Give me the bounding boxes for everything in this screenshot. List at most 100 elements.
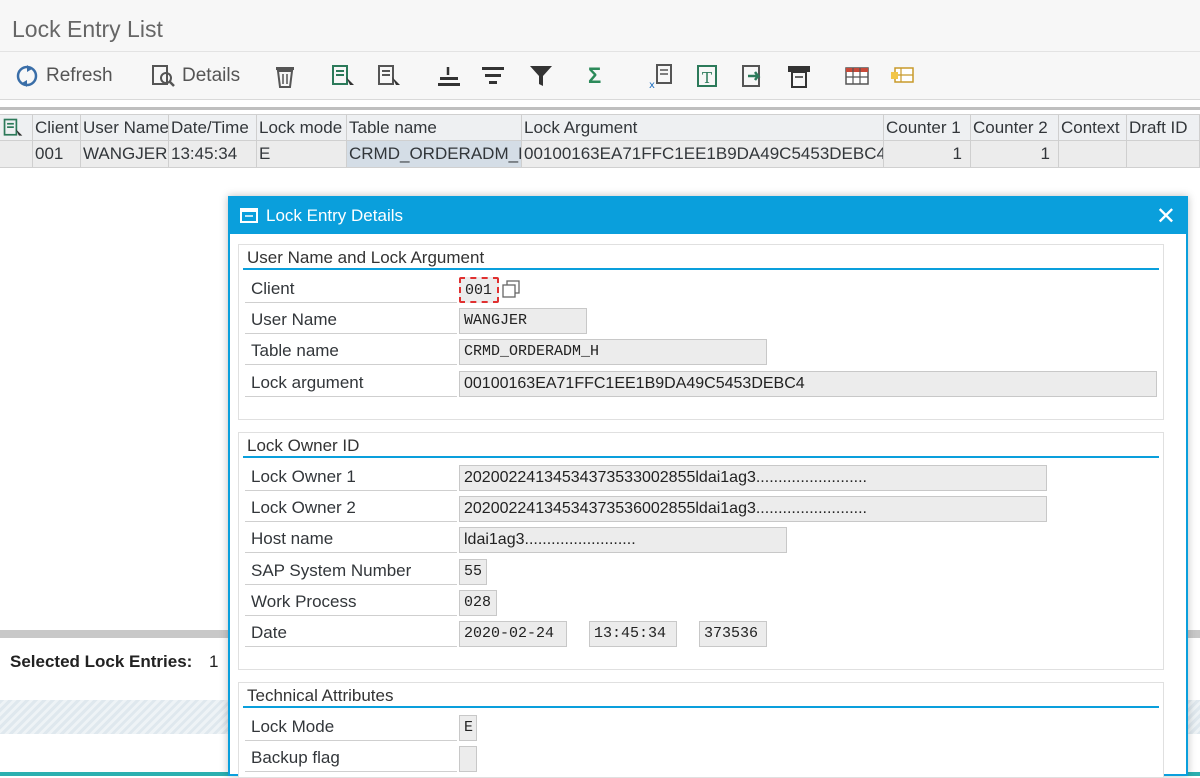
title-bar: Lock Entry List bbox=[0, 0, 1200, 52]
page-title: Lock Entry List bbox=[12, 16, 163, 42]
select-all-column-button[interactable] bbox=[0, 115, 33, 141]
dialog-title: Lock Entry Details bbox=[266, 206, 403, 225]
host-name-field[interactable]: ldai1ag3......................... bbox=[459, 527, 787, 553]
cell-user-name[interactable]: WANGJER bbox=[81, 141, 169, 167]
backup-flag-label: Backup flag bbox=[245, 744, 457, 772]
details-label: Details bbox=[182, 65, 241, 86]
column-header-table-name[interactable]: Table name bbox=[347, 115, 522, 141]
toolbar-divider bbox=[0, 107, 1200, 110]
sort-descending-button[interactable] bbox=[480, 60, 506, 92]
refresh-icon bbox=[16, 65, 38, 87]
group-divider bbox=[243, 706, 1159, 708]
filter-button[interactable] bbox=[528, 60, 554, 92]
lock-entry-details-dialog: Lock Entry Details ✕ User Name and Lock … bbox=[228, 196, 1188, 778]
svg-text:x: x bbox=[649, 80, 655, 89]
lock-owner-2-label: Lock Owner 2 bbox=[245, 494, 457, 522]
table-name-label: Table name bbox=[245, 337, 457, 365]
work-process-label: Work Process bbox=[245, 588, 457, 616]
table-name-field[interactable]: CRMD_ORDERADM_H bbox=[459, 339, 767, 365]
table-row[interactable]: 001 WANGJER 13:45:34 E CRMD_ORDERADM_H 0… bbox=[0, 141, 1200, 168]
host-name-label: Host name bbox=[245, 525, 457, 553]
cell-draft-id[interactable] bbox=[1127, 141, 1200, 167]
lock-owner-2-field[interactable]: 20200224134534373536002855ldai1ag3......… bbox=[459, 496, 1047, 522]
field-row-user-name: User Name WANGJER bbox=[245, 306, 1157, 334]
print-icon bbox=[788, 66, 810, 88]
local-file-button[interactable] bbox=[740, 60, 766, 92]
lock-mode-field[interactable]: E bbox=[459, 715, 477, 741]
date-field[interactable]: 2020-02-24 bbox=[459, 621, 567, 647]
cell-client[interactable]: 001 bbox=[33, 141, 81, 167]
field-row-lock-mode: Lock Mode E bbox=[245, 713, 1157, 741]
lock-entry-table: Client User Name Date/Time Lock mode Tab… bbox=[0, 114, 1200, 168]
details-button[interactable]: Details bbox=[150, 60, 240, 92]
field-row-table-name: Table name CRMD_ORDERADM_H bbox=[245, 337, 1157, 365]
system-number-field[interactable]: 55 bbox=[459, 559, 487, 585]
dialog-header[interactable]: Lock Entry Details ✕ bbox=[230, 198, 1186, 234]
date-label: Date bbox=[245, 619, 457, 647]
word-processing-button[interactable]: T bbox=[694, 60, 720, 92]
field-row-system-number: SAP System Number 55 bbox=[245, 557, 1157, 585]
user-name-field[interactable]: WANGJER bbox=[459, 308, 587, 334]
layout-settings-icon bbox=[891, 67, 914, 83]
column-header-lock-mode[interactable]: Lock mode bbox=[257, 115, 347, 141]
cell-table-name[interactable]: CRMD_ORDERADM_H bbox=[347, 141, 522, 167]
field-row-date: Date 2020-02-24 13:45:34 373536 bbox=[245, 619, 1157, 647]
cell-context[interactable] bbox=[1059, 141, 1127, 167]
total-button[interactable]: Σ bbox=[588, 60, 601, 92]
system-number-label: SAP System Number bbox=[245, 557, 457, 585]
toolbar: Refresh Details Σ x T bbox=[0, 52, 1200, 100]
column-header-draft-id[interactable]: Draft ID bbox=[1127, 115, 1200, 141]
deselect-all-button[interactable] bbox=[376, 60, 402, 92]
field-row-client: Client 001 bbox=[245, 275, 1157, 303]
client-field[interactable]: 001 bbox=[459, 277, 499, 303]
group-divider bbox=[243, 456, 1159, 458]
microseconds-field[interactable]: 373536 bbox=[699, 621, 767, 647]
column-header-date-time[interactable]: Date/Time bbox=[169, 115, 257, 141]
select-all-icon bbox=[3, 118, 23, 136]
refresh-button[interactable]: Refresh bbox=[14, 60, 113, 92]
cell-lock-mode[interactable]: E bbox=[257, 141, 347, 167]
group-technical-attributes: Technical Attributes Lock Mode E Backup … bbox=[238, 682, 1164, 778]
column-header-context[interactable]: Context bbox=[1059, 115, 1127, 141]
field-row-lock-owner-1: Lock Owner 1 20200224134534373533002855l… bbox=[245, 463, 1157, 491]
cell-lock-argument[interactable]: 00100163EA71FFC1EE1B9DA49C5453DEBC4 bbox=[522, 141, 884, 167]
column-header-client[interactable]: Client bbox=[33, 115, 81, 141]
column-header-counter-2[interactable]: Counter 2 bbox=[971, 115, 1059, 141]
lock-owner-1-label: Lock Owner 1 bbox=[245, 463, 457, 491]
export-file-icon bbox=[742, 65, 761, 87]
time-field[interactable]: 13:45:34 bbox=[589, 621, 677, 647]
group-user-lock-argument: User Name and Lock Argument Client 001 U… bbox=[238, 244, 1164, 420]
select-all-icon bbox=[332, 65, 354, 85]
trash-icon bbox=[276, 67, 294, 88]
cell-time[interactable]: 13:45:34 bbox=[169, 141, 257, 167]
selected-entries-label: Selected Lock Entries: bbox=[10, 652, 193, 671]
column-header-user-name[interactable]: User Name bbox=[81, 115, 169, 141]
lock-argument-field[interactable]: 00100163EA71FFC1EE1B9DA49C5453DEBC4 bbox=[459, 371, 1157, 397]
user-name-label: User Name bbox=[245, 306, 457, 334]
deselect-all-icon bbox=[378, 65, 400, 85]
change-layout-button[interactable] bbox=[844, 60, 870, 92]
backup-flag-field[interactable] bbox=[459, 746, 477, 772]
lock-owner-1-field[interactable]: 20200224134534373533002855ldai1ag3......… bbox=[459, 465, 1047, 491]
layout-grid-icon bbox=[845, 67, 869, 85]
sort-ascending-icon bbox=[438, 67, 460, 86]
close-icon[interactable]: ✕ bbox=[1156, 202, 1176, 231]
cell-counter-2[interactable]: 1 bbox=[971, 141, 1059, 167]
lock-argument-label: Lock argument bbox=[245, 369, 457, 397]
field-row-work-process: Work Process 028 bbox=[245, 588, 1157, 616]
export-excel-button[interactable]: x bbox=[648, 60, 674, 92]
sort-ascending-button[interactable] bbox=[436, 60, 462, 92]
details-icon bbox=[152, 65, 175, 87]
select-all-button[interactable] bbox=[330, 60, 356, 92]
print-preview-button[interactable] bbox=[786, 60, 812, 92]
cell-counter-1[interactable]: 1 bbox=[884, 141, 971, 167]
selected-entries-count: 1 bbox=[209, 652, 219, 671]
work-process-field[interactable]: 028 bbox=[459, 590, 497, 616]
delete-button[interactable] bbox=[272, 60, 298, 92]
column-header-counter-1[interactable]: Counter 1 bbox=[884, 115, 971, 141]
row-selector[interactable] bbox=[0, 141, 33, 167]
save-layout-button[interactable] bbox=[890, 60, 916, 92]
spreadsheet-icon: x bbox=[649, 64, 672, 89]
copy-icon[interactable] bbox=[501, 279, 521, 299]
column-header-lock-argument[interactable]: Lock Argument bbox=[522, 115, 884, 141]
